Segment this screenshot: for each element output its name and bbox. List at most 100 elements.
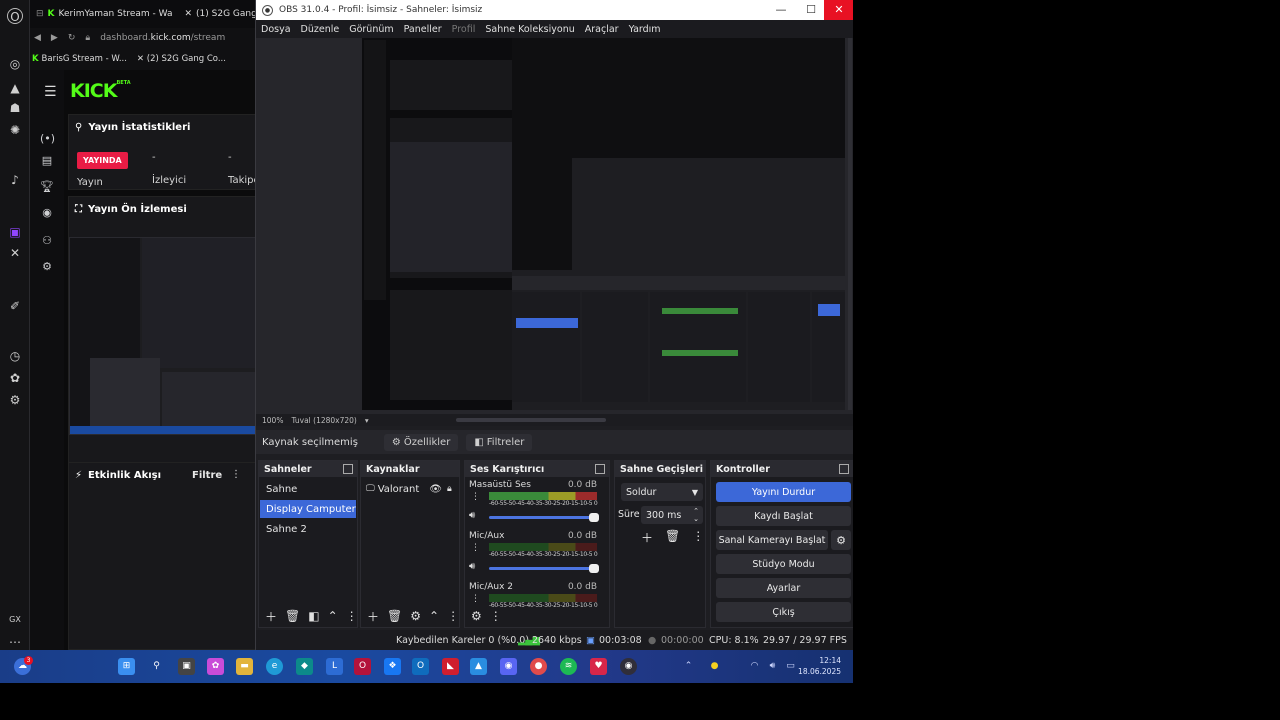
menu-tools[interactable]: Araçlar [585, 24, 619, 35]
gx-corner-icon[interactable]: ▲ [7, 80, 23, 96]
hamburger-menu-icon[interactable]: ☰ [44, 84, 57, 100]
app-red-icon[interactable]: ♥ [590, 658, 607, 675]
menu-profile[interactable]: Profil [452, 24, 476, 35]
gx-cleaner-icon[interactable]: ✺ [7, 122, 23, 138]
more-vert-icon[interactable]: ⋮ [346, 609, 358, 623]
filter-icon[interactable]: ◧ [308, 609, 319, 623]
lock-icon[interactable]: 🔒︎ [447, 484, 452, 494]
properties-button[interactable]: ⚙ Özellikler [383, 433, 459, 451]
stepper-arrows-icon[interactable]: ⌃ ⌄ [693, 507, 699, 523]
close-button[interactable]: ✕ [824, 0, 853, 20]
pin-icon[interactable]: ✐ [7, 298, 23, 314]
minimize-button[interactable]: — [766, 0, 796, 20]
chevron-down-icon[interactable]: ▾ [365, 416, 369, 425]
studio-mode-button[interactable]: Stüdyo Modu [716, 554, 851, 574]
tiktok-icon[interactable]: ♪ [7, 172, 23, 188]
trash-icon[interactable]: 🗑︎ [285, 609, 300, 623]
app-icon[interactable]: ◆ [296, 658, 313, 675]
stop-streaming-button[interactable]: Yayını Durdur [716, 482, 851, 502]
more-vert-icon[interactable]: ⋮ [471, 543, 480, 553]
menu-file[interactable]: Dosya [261, 24, 291, 35]
camera-icon[interactable]: ◉ [40, 206, 54, 220]
x-twitter-icon[interactable]: ✕ [7, 245, 23, 261]
app-l-icon[interactable]: L [326, 658, 343, 675]
scene-item[interactable]: Sahne 2 [260, 520, 356, 538]
gear-icon[interactable]: ⚙ [471, 609, 482, 623]
start-icon[interactable]: ⊞ [118, 658, 135, 675]
activity-filter-button[interactable]: Filtre [192, 470, 222, 481]
chevron-up-icon[interactable]: ⌃ [429, 609, 439, 623]
edge-icon[interactable]: e [266, 658, 283, 675]
bookmark-2[interactable]: ✕ (2) S2G Gang Co... [137, 54, 226, 64]
battery-icon[interactable]: ▭ [782, 658, 799, 675]
chevron-up-icon[interactable]: ⌃ [328, 609, 338, 623]
volume-slider[interactable] [489, 564, 599, 573]
tray-app-icon[interactable]: ● [706, 658, 723, 675]
undock-icon[interactable] [343, 464, 353, 474]
opera-logo-icon[interactable]: O [7, 8, 23, 24]
reload-icon[interactable]: ↻ [68, 33, 76, 43]
system-clock[interactable]: 12:14 18.06.2025 [798, 655, 841, 677]
start-recording-button[interactable]: Kaydı Başlat [716, 506, 851, 526]
start-virtual-camera-button[interactable]: Sanal Kamerayı Başlat [716, 530, 828, 550]
workspace-icon[interactable]: ⊟ [36, 9, 44, 19]
more-vert-icon[interactable]: ⋮ [490, 609, 502, 623]
filters-button[interactable]: ◧ Filtreler [466, 433, 533, 451]
more-vert-icon[interactable]: ⋮ [447, 609, 459, 623]
settings-button[interactable]: Ayarlar [716, 578, 851, 598]
settings-icon[interactable]: ⚙ [7, 392, 23, 408]
volume-slider[interactable] [489, 513, 599, 522]
file-explorer-icon[interactable]: ▬ [236, 658, 253, 675]
scene-item-selected[interactable]: Display Camputer [260, 500, 356, 518]
stream-icon[interactable]: (•) [40, 132, 55, 146]
menu-help[interactable]: Yardım [629, 24, 661, 35]
outlook-icon[interactable]: O [412, 658, 429, 675]
volume-icon[interactable]: 🔊︎ [764, 658, 781, 675]
eye-icon[interactable]: 👁︎ [429, 484, 442, 495]
users-icon[interactable]: ⚇ [40, 234, 54, 248]
scene-item[interactable]: Sahne [260, 480, 356, 498]
discord-icon[interactable]: ◉ [500, 658, 517, 675]
exit-button[interactable]: Çıkış [716, 602, 851, 622]
url-text[interactable]: dashboard.kick.com/stream [100, 33, 225, 43]
obs-taskbar-icon[interactable]: ◉ [620, 658, 637, 675]
kick-logo[interactable]: KICKBETA [70, 80, 131, 102]
virtual-camera-settings-button[interactable]: ⚙ [831, 530, 851, 550]
task-view-icon[interactable]: ▣ [178, 658, 195, 675]
add-icon[interactable]: ＋ [641, 529, 653, 546]
menu-view[interactable]: Görünüm [349, 24, 393, 35]
add-icon[interactable]: ＋ [265, 608, 277, 625]
spotify-icon[interactable]: ≋ [560, 658, 577, 675]
twitch-icon[interactable]: ▣ [7, 224, 23, 240]
more-vert-icon[interactable]: ⋮ [231, 469, 241, 480]
speaker-icon[interactable]: 🔊︎ [469, 510, 475, 521]
speaker-icon[interactable]: 🔊︎ [469, 561, 475, 572]
add-icon[interactable]: ＋ [367, 608, 379, 625]
zoom-level[interactable]: 100% [262, 416, 283, 425]
duration-stepper[interactable]: 300 ms ⌃ ⌄ [641, 506, 703, 524]
bookmark-1[interactable]: K BarisG Stream - W... [32, 54, 127, 64]
amd-icon[interactable]: ◣ [442, 658, 459, 675]
undock-icon[interactable] [595, 464, 605, 474]
gear-icon[interactable]: ⚙ [410, 609, 421, 623]
dropbox-icon[interactable]: ❖ [384, 658, 401, 675]
opera-gx-icon[interactable]: O [354, 658, 371, 675]
more-vert-icon[interactable]: ⋮ [471, 492, 480, 502]
obs-preview-area[interactable] [256, 38, 853, 414]
tray-chevron-icon[interactable]: ⌃ [680, 658, 697, 675]
forward-icon[interactable]: ▶ [51, 33, 58, 43]
maximize-button[interactable]: ☐ [796, 0, 826, 20]
speed-dial-icon[interactable]: ◎ [7, 56, 23, 72]
horizontal-scrollbar[interactable] [456, 418, 606, 422]
search-icon[interactable]: ⚲ [148, 658, 165, 675]
extensions-icon[interactable]: ✿ [7, 370, 23, 386]
more-vert-icon[interactable]: ⋮ [471, 594, 480, 604]
gx-control-icon[interactable]: ☗ [7, 100, 23, 116]
transition-select[interactable]: Soldur ▼ [621, 483, 703, 501]
trash-icon[interactable]: 🗑︎ [387, 609, 402, 623]
back-icon[interactable]: ◀ [34, 33, 41, 43]
browser-tab-1[interactable]: ⊟ K KerimYaman Stream - Wa [30, 0, 178, 28]
settings-gear-icon[interactable]: ⚙ [40, 260, 54, 274]
menu-scene-collection[interactable]: Sahne Koleksiyonu [485, 24, 574, 35]
mic-icon[interactable]: ● [530, 658, 547, 675]
